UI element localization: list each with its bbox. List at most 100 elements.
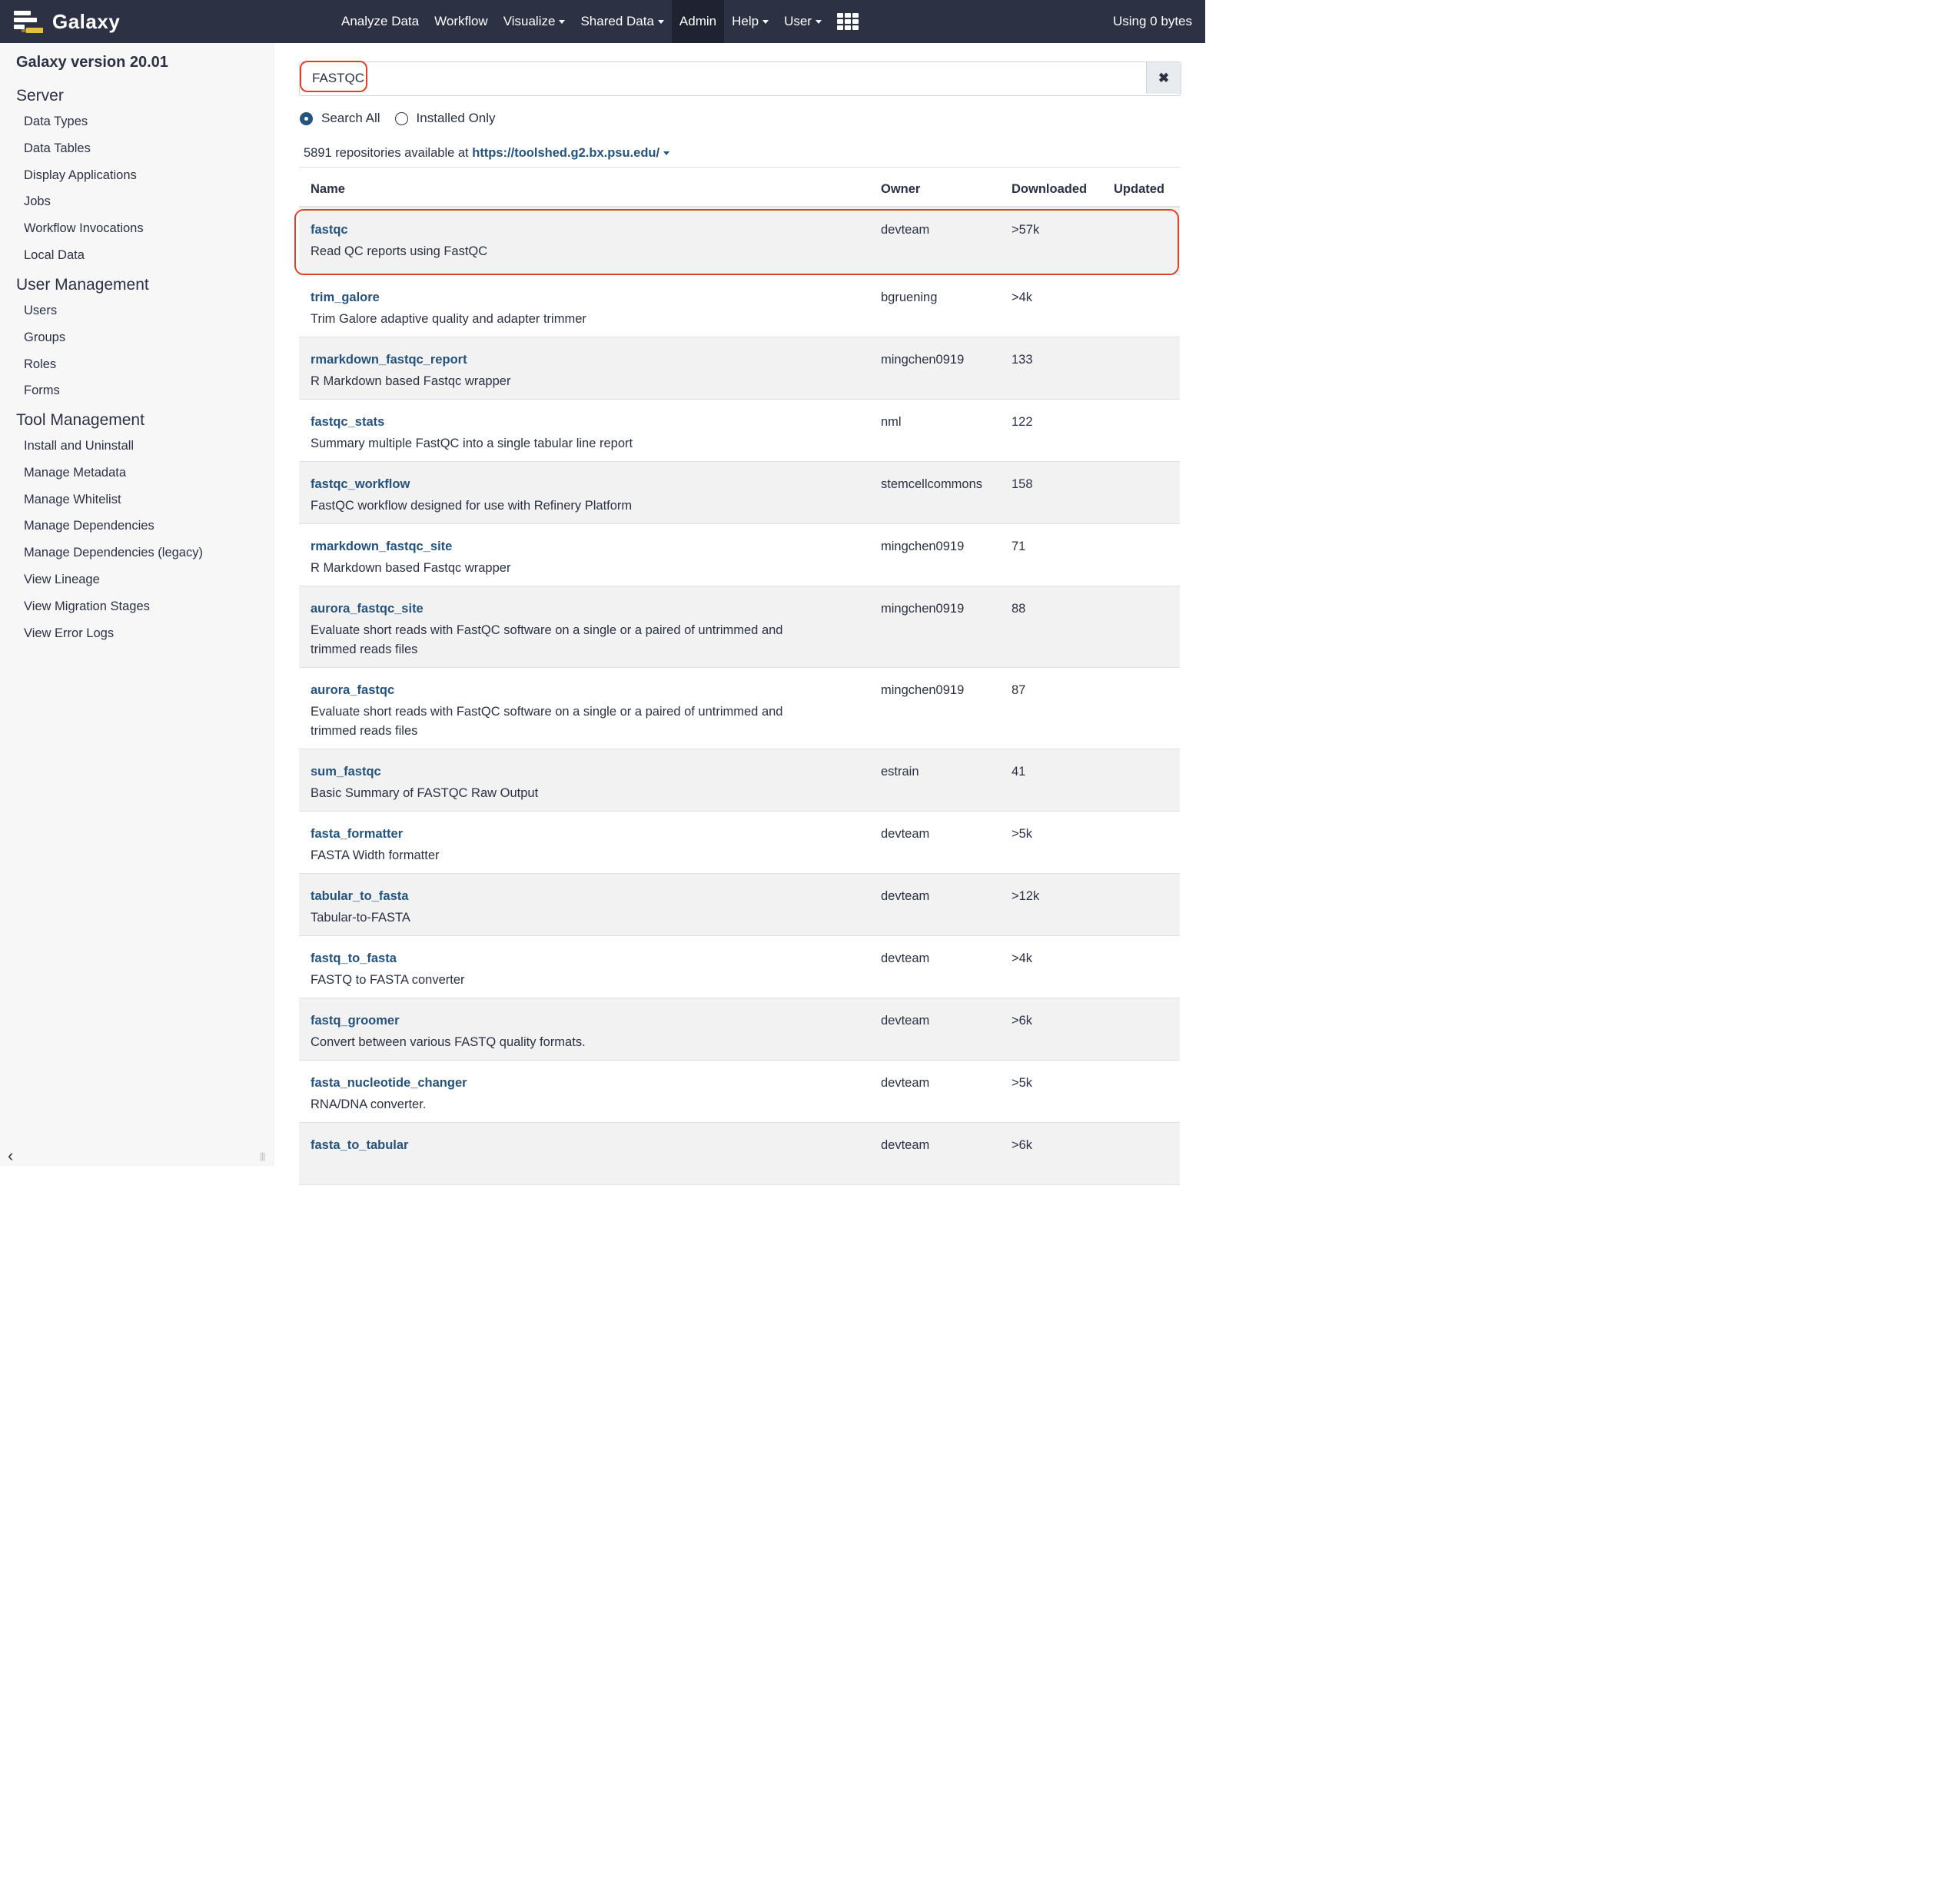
quota-usage[interactable]: Using 0 bytes [1113, 0, 1192, 43]
galaxy-logo-icon [12, 8, 43, 35]
radio-search-all[interactable] [300, 111, 313, 125]
sidebar-item-data-tables[interactable]: Data Tables [24, 141, 91, 156]
repo-name[interactable]: fasta_formatter [311, 827, 403, 842]
table-row[interactable]: fastq_to_fasta FASTQ to FASTA converter de… [299, 936, 1180, 998]
table-row[interactable]: trim_galore Trim Galore adaptive quality … [299, 275, 1180, 337]
search-scope-radios: Search All Installed Only [300, 111, 496, 126]
repo-name[interactable]: aurora_fastqc [311, 683, 394, 698]
repo-downloads: >6k [1012, 1014, 1033, 1028]
col-updated[interactable]: Updated [1114, 182, 1164, 197]
repo-name[interactable]: trim_galore [311, 291, 380, 305]
sidebar-item-local-data[interactable]: Local Data [24, 248, 85, 263]
nav-label: Workflow [434, 14, 488, 28]
sidebar-item-users[interactable]: Users [24, 304, 57, 318]
repo-description: FASTQ to FASTA converter [311, 973, 465, 987]
repo-description: Convert between various FASTQ quality fo… [311, 1035, 586, 1049]
repo-owner: stemcellcommons [881, 477, 983, 491]
repo-owner: devteam [881, 951, 930, 965]
caret-down-icon [762, 19, 769, 24]
repo-downloads: >5k [1012, 827, 1033, 841]
repo-description: Summary multiple FastQC into a single ta… [311, 437, 633, 450]
table-row[interactable]: rmarkdown_fastqc_site R Markdown based Fa… [299, 524, 1180, 586]
repo-name[interactable]: fastqc_stats [311, 415, 384, 430]
sidebar-item-manage-metadata[interactable]: Manage Metadata [24, 466, 126, 480]
sidebar-item-view-lineage[interactable]: View Lineage [24, 573, 100, 587]
sidebar-item-data-types[interactable]: Data Types [24, 115, 88, 129]
panel-resize-handle[interactable]: ||| [260, 1151, 265, 1161]
nav-admin[interactable]: Admin [671, 0, 725, 43]
table-row[interactable]: fastqc_workflow FastQC workflow designed … [299, 462, 1180, 524]
sidebar-item-install-and-uninstall[interactable]: Install and Uninstall [24, 439, 134, 453]
repo-downloads: 88 [1012, 602, 1026, 616]
repo-name[interactable]: rmarkdown_fastqc_site [311, 540, 452, 554]
apps-grid-icon [836, 13, 859, 30]
sidebar-item-roles[interactable]: Roles [24, 357, 56, 372]
repo-name[interactable]: rmarkdown_fastqc_report [311, 353, 467, 367]
repo-downloads: 41 [1012, 765, 1026, 779]
repo-owner: mingchen0919 [881, 602, 965, 616]
sidebar-item-jobs[interactable]: Jobs [24, 194, 51, 209]
repo-name[interactable]: fasta_to_tabular [311, 1138, 408, 1153]
repo-name[interactable]: tabular_to_fasta [311, 889, 408, 904]
table-row[interactable]: sum_fastqc Basic Summary of FASTQC Raw Ou… [299, 749, 1180, 812]
col-owner[interactable]: Owner [881, 182, 920, 197]
brand[interactable]: Galaxy [12, 6, 120, 37]
search-box: ✖ [299, 61, 1181, 96]
repo-name[interactable]: fastq_groomer [311, 1014, 400, 1028]
sidebar-item-groups[interactable]: Groups [24, 330, 65, 345]
radio-search-all-label[interactable]: Search All [321, 111, 380, 126]
table-row[interactable]: fasta_nucleotide_changer RNA/DNA converte… [299, 1061, 1180, 1123]
table-row[interactable]: tabular_to_fasta Tabular-to-FASTA devteam >… [299, 874, 1180, 936]
repo-owner: estrain [881, 765, 919, 779]
table-row[interactable]: fastq_groomer Convert between various FAS… [299, 998, 1180, 1061]
sidebar-item-workflow-invocations[interactable]: Workflow Invocations [24, 221, 144, 236]
repo-name[interactable]: fasta_nucleotide_changer [311, 1076, 467, 1091]
table-row[interactable]: fasta_to_tabular devteam >6k [299, 1123, 1180, 1185]
table-row[interactable]: rmarkdown_fastqc_report R Markdown based … [299, 337, 1180, 400]
repo-owner: bgruening [881, 291, 938, 304]
caret-down-icon [815, 19, 822, 24]
repo-description: Basic Summary of FASTQC Raw Output [311, 786, 539, 800]
col-downloaded[interactable]: Downloaded [1012, 182, 1087, 197]
nav-analyze-data[interactable]: Analyze Data [334, 0, 427, 43]
nav-apps[interactable] [829, 0, 866, 43]
sidebar-item-view-migration-stages[interactable]: View Migration Stages [24, 599, 150, 614]
sidebar-item-forms[interactable]: Forms [24, 384, 60, 398]
sidebar-item-manage-dependencies-legacy[interactable]: Manage Dependencies (legacy) [24, 546, 203, 560]
toolshed-url[interactable]: https://toolshed.g2.bx.psu.edu/ [472, 146, 659, 160]
repo-name[interactable]: fastqc_workflow [311, 477, 410, 492]
repo-downloads: >4k [1012, 951, 1033, 965]
repo-owner: devteam [881, 889, 930, 903]
repo-description: Tabular-to-FASTA [311, 911, 410, 925]
table-row[interactable]: aurora_fastqc_site Evaluate short reads w… [299, 586, 1180, 668]
main-nav: Analyze Data Workflow Visualize Shared Data… [334, 0, 866, 43]
table-row[interactable]: aurora_fastqc Evaluate short reads with F… [299, 668, 1180, 749]
radio-installed-only[interactable] [394, 111, 408, 125]
sidebar-item-manage-whitelist[interactable]: Manage Whitelist [24, 493, 121, 507]
repo-owner: mingchen0919 [881, 353, 965, 367]
repo-description: Evaluate short reads with FastQC softwar… [311, 623, 783, 656]
radio-installed-only-label[interactable]: Installed Only [417, 111, 496, 126]
section-user-management: User Management [16, 276, 149, 294]
table-row[interactable]: fastqc_stats Summary multiple FastQC into… [299, 400, 1180, 462]
repo-name[interactable]: aurora_fastqc_site [311, 602, 424, 616]
clear-search-button[interactable]: ✖ [1146, 62, 1181, 94]
sidebar-item-display-applications[interactable]: Display Applications [24, 168, 137, 183]
sidebar-item-manage-dependencies[interactable]: Manage Dependencies [24, 519, 154, 533]
table-row[interactable]: fasta_formatter FASTA Width formatter devt… [299, 812, 1180, 874]
sidebar-item-view-error-logs[interactable]: View Error Logs [24, 626, 114, 641]
nav-workflow[interactable]: Workflow [427, 0, 496, 43]
search-input[interactable] [300, 62, 1170, 94]
nav-label: Help [732, 14, 759, 28]
repo-name[interactable]: sum_fastqc [311, 765, 381, 779]
nav-help[interactable]: Help [724, 0, 776, 43]
nav-user[interactable]: User [776, 0, 829, 43]
chevron-down-icon[interactable] [663, 151, 670, 156]
nav-shared-data[interactable]: Shared Data [573, 0, 671, 43]
collapse-panel-icon[interactable]: ‹ [8, 1146, 13, 1166]
col-name[interactable]: Name [311, 182, 345, 197]
nav-visualize[interactable]: Visualize [496, 0, 573, 43]
repo-name[interactable]: fastq_to_fasta [311, 951, 397, 966]
repo-description: R Markdown based Fastqc wrapper [311, 561, 511, 575]
nav-label: User [784, 14, 812, 28]
